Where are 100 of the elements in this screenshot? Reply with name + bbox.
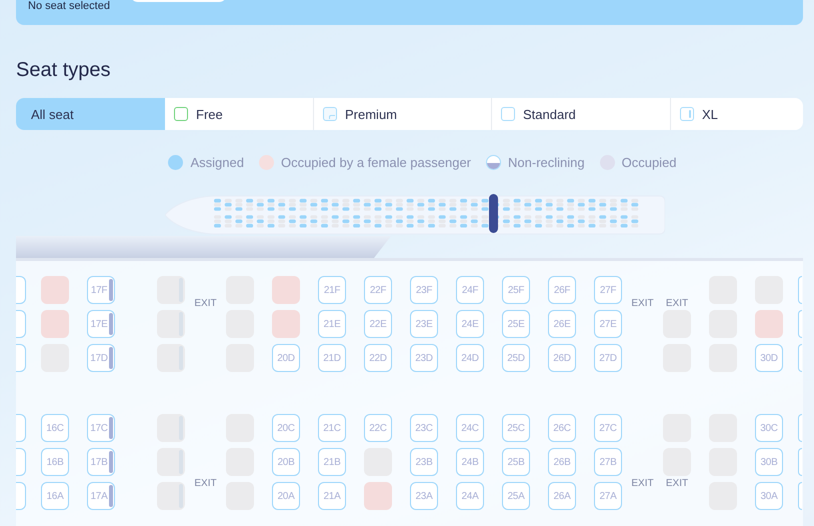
seat[interactable]: 27D [594, 344, 622, 372]
premium-seat-icon [323, 107, 337, 121]
seat[interactable]: 20A [272, 482, 300, 510]
seat[interactable]: 25D [502, 344, 530, 372]
legend-label: Occupied by a female passenger [280, 154, 472, 170]
free-seat-icon [174, 107, 188, 121]
seat[interactable]: 21C [318, 414, 346, 442]
seat[interactable] [16, 482, 26, 510]
seat[interactable]: 24D [456, 344, 484, 372]
seat[interactable]: 20B [272, 448, 300, 476]
exit-label: EXIT [631, 298, 654, 308]
filter-tab[interactable]: All seat [16, 98, 165, 130]
seat[interactable]: 27F [594, 276, 622, 304]
seat[interactable]: 26D [548, 344, 576, 372]
exit-label: EXIT [666, 478, 688, 488]
seat[interactable]: 16C [41, 414, 69, 442]
legend-label: Occupied [622, 154, 677, 170]
occupied-seat [157, 448, 185, 476]
filter-tab[interactable]: Free [165, 98, 313, 130]
xl-seat[interactable]: 17A [87, 482, 115, 510]
seat[interactable]: 24E [456, 310, 484, 338]
seat[interactable]: 20D [272, 344, 300, 372]
seat[interactable]: 27C [594, 414, 622, 442]
seat[interactable]: 25E [502, 310, 530, 338]
seat[interactable] [798, 310, 802, 338]
seat[interactable]: 21F [318, 276, 346, 304]
seat[interactable]: 25A [502, 482, 530, 510]
exit-label: EXIT [666, 298, 688, 308]
seat[interactable] [798, 276, 802, 304]
seat[interactable]: 16A [41, 482, 69, 510]
seat[interactable]: 26B [548, 448, 576, 476]
occupied-seat [157, 482, 185, 510]
seat[interactable]: 22E [364, 310, 392, 338]
seat[interactable]: 20C [272, 414, 300, 442]
seat[interactable]: 23E [410, 310, 438, 338]
seat[interactable]: 23F [410, 276, 438, 304]
occupied-seat [272, 310, 300, 338]
seat[interactable]: 27E [594, 310, 622, 338]
seat[interactable]: 27A [594, 482, 622, 510]
seat[interactable] [16, 276, 26, 304]
seat[interactable] [798, 448, 802, 476]
seat[interactable]: 24F [456, 276, 484, 304]
seat[interactable]: 16B [41, 448, 69, 476]
seat[interactable] [16, 414, 26, 442]
half-circle-icon [486, 154, 502, 170]
legend-label: Assigned [190, 154, 244, 170]
seat[interactable]: 21E [318, 310, 346, 338]
seat[interactable]: 24A [456, 482, 484, 510]
seat[interactable]: 26E [548, 310, 576, 338]
seat[interactable]: 21B [318, 448, 346, 476]
seat[interactable]: 23C [410, 414, 438, 442]
seat[interactable]: 25F [502, 276, 530, 304]
seat[interactable]: 21A [318, 482, 346, 510]
filter-tab[interactable]: Standard [491, 98, 670, 130]
seat[interactable]: 23D [410, 344, 438, 372]
seat[interactable]: 27B [594, 448, 622, 476]
seat[interactable]: 22D [364, 344, 392, 372]
xl-seat[interactable]: 17D [87, 344, 115, 372]
seat[interactable] [16, 448, 26, 476]
standard-seat-icon [501, 107, 515, 121]
seat[interactable]: 23B [410, 448, 438, 476]
seat[interactable]: 30A [755, 482, 783, 510]
xl-seat[interactable]: 17E [87, 310, 115, 338]
seat[interactable]: 26C [548, 414, 576, 442]
seat[interactable]: 26F [548, 276, 576, 304]
seat[interactable] [16, 310, 26, 338]
exit-label: EXIT [194, 478, 217, 488]
seat[interactable]: 26A [548, 482, 576, 510]
seat[interactable]: 24B [456, 448, 484, 476]
seat[interactable]: 21D [318, 344, 346, 372]
xl-seat[interactable]: 17B [87, 448, 115, 476]
seat[interactable]: 30D [755, 344, 783, 372]
seat[interactable]: 25B [502, 448, 530, 476]
seat[interactable]: 22C [364, 414, 392, 442]
xl-seat[interactable]: 17F [87, 276, 115, 304]
occupied-seat [157, 276, 185, 304]
xl-seat-icon [680, 107, 694, 121]
occupied-seat [41, 310, 69, 338]
seat[interactable]: 23A [410, 482, 438, 510]
occupied-seat [755, 310, 783, 338]
status-text: No seat selected [28, 0, 110, 13]
seat[interactable] [798, 482, 802, 510]
exit-label: EXIT [194, 298, 217, 308]
seat[interactable]: 22F [364, 276, 392, 304]
seat[interactable]: 30B [755, 448, 783, 476]
seat[interactable] [798, 414, 802, 442]
exit-label: EXIT [631, 478, 654, 488]
section-heading: Seat types [16, 58, 111, 83]
filter-tab[interactable]: Premium [313, 98, 491, 130]
occupied-seat [157, 310, 185, 338]
seat[interactable]: 30C [755, 414, 783, 442]
xl-seat[interactable]: 17C [87, 414, 115, 442]
filter-tab[interactable]: XL [670, 98, 803, 130]
viewport-handle[interactable] [489, 194, 498, 233]
seat[interactable] [798, 344, 802, 372]
seat[interactable]: 24C [456, 414, 484, 442]
seat[interactable] [16, 344, 26, 372]
occupied-seat [157, 414, 185, 442]
seat[interactable]: 25C [502, 414, 530, 442]
occupied-seat [41, 276, 69, 304]
